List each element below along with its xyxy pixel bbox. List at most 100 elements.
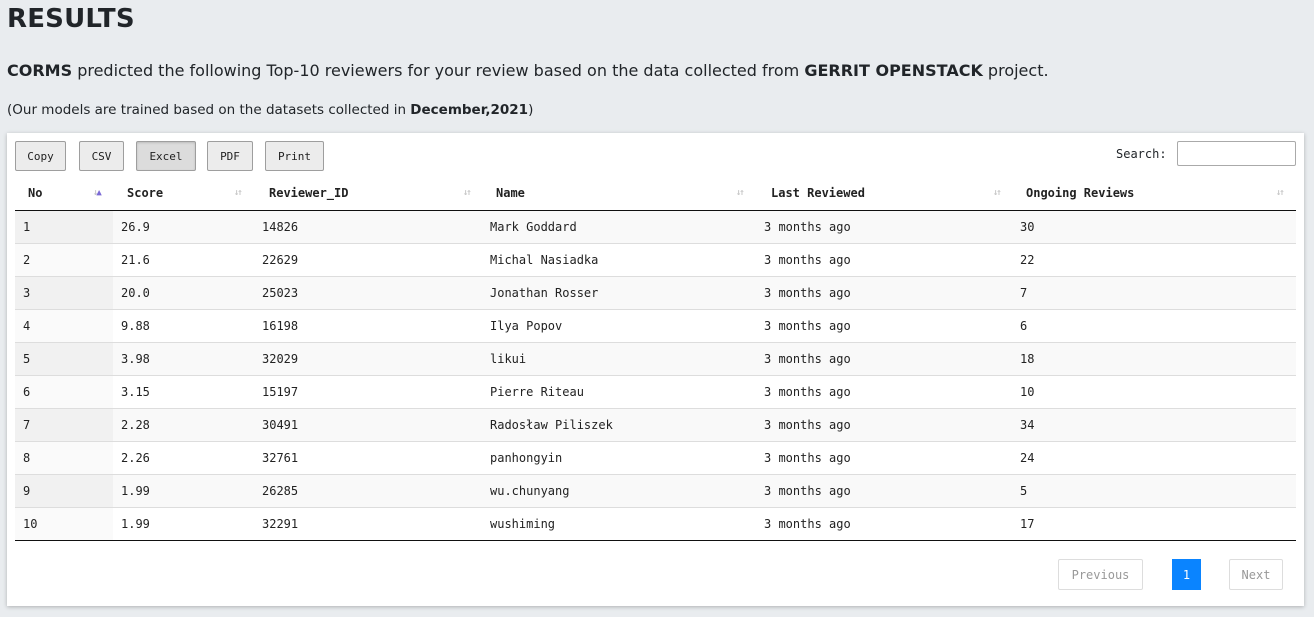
column-label: Ongoing Reviews bbox=[1026, 186, 1135, 200]
excel-button[interactable]: Excel bbox=[136, 141, 196, 171]
cell-score: 20.0 bbox=[113, 276, 255, 310]
cell-no: 1 bbox=[15, 210, 113, 244]
search-input[interactable] bbox=[1177, 141, 1296, 166]
cell-reviewer-id: 22629 bbox=[255, 243, 483, 277]
sort-icon: ↓↑ bbox=[1276, 188, 1285, 198]
cell-ongoing-reviews: 24 bbox=[1013, 441, 1296, 475]
table-header-row: No ↓▲ Score ↓↑ Reviewer_ID ↓↑ Name ↓↑ La… bbox=[15, 177, 1296, 211]
cell-no: 9 bbox=[15, 474, 113, 508]
cell-no: 8 bbox=[15, 441, 113, 475]
table-row: 1 26.9 14826 Mark Goddard 3 months ago 3… bbox=[15, 210, 1296, 244]
cell-ongoing-reviews: 10 bbox=[1013, 375, 1296, 409]
column-label: Last Reviewed bbox=[771, 186, 865, 200]
column-header-score[interactable]: Score ↓↑ bbox=[113, 177, 255, 211]
cell-last-reviewed: 3 months ago bbox=[757, 342, 1013, 376]
cell-reviewer-id: 16198 bbox=[255, 309, 483, 343]
results-table-panel: Copy CSV Excel PDF Print Search: No ↓▲ S… bbox=[7, 133, 1304, 606]
cell-last-reviewed: 3 months ago bbox=[757, 309, 1013, 343]
cell-ongoing-reviews: 34 bbox=[1013, 408, 1296, 442]
cell-name: likui bbox=[483, 342, 757, 376]
table-row: 7 2.28 30491 Radosław Piliszek 3 months … bbox=[15, 408, 1296, 442]
cell-ongoing-reviews: 22 bbox=[1013, 243, 1296, 277]
cell-ongoing-reviews: 5 bbox=[1013, 474, 1296, 508]
sort-icon: ↓↑ bbox=[234, 188, 243, 198]
cell-name: Pierre Riteau bbox=[483, 375, 757, 409]
cell-ongoing-reviews: 18 bbox=[1013, 342, 1296, 376]
cell-score: 3.15 bbox=[113, 375, 255, 409]
column-label: Reviewer_ID bbox=[269, 186, 349, 200]
table-row: 9 1.99 26285 wu.chunyang 3 months ago 5 bbox=[15, 474, 1296, 508]
cell-last-reviewed: 3 months ago bbox=[757, 210, 1013, 244]
cell-last-reviewed: 3 months ago bbox=[757, 276, 1013, 310]
cell-name: Radosław Piliszek bbox=[483, 408, 757, 442]
cell-name: panhongyin bbox=[483, 441, 757, 475]
cell-score: 2.26 bbox=[113, 441, 255, 475]
intro-text: predicted the following Top-10 reviewers… bbox=[72, 61, 805, 80]
cell-score: 1.99 bbox=[113, 474, 255, 508]
page-1-button[interactable]: 1 bbox=[1172, 559, 1201, 590]
cell-no: 5 bbox=[15, 342, 113, 376]
cell-score: 1.99 bbox=[113, 507, 255, 541]
page-title: RESULTS bbox=[7, 4, 135, 34]
csv-button[interactable]: CSV bbox=[79, 141, 124, 171]
cell-last-reviewed: 3 months ago bbox=[757, 474, 1013, 508]
copy-button[interactable]: Copy bbox=[15, 141, 66, 171]
cell-reviewer-id: 15197 bbox=[255, 375, 483, 409]
cell-reviewer-id: 32029 bbox=[255, 342, 483, 376]
cell-ongoing-reviews: 7 bbox=[1013, 276, 1296, 310]
table-body: 1 26.9 14826 Mark Goddard 3 months ago 3… bbox=[15, 210, 1296, 541]
note-prefix: (Our models are trained based on the dat… bbox=[7, 102, 411, 118]
cell-ongoing-reviews: 17 bbox=[1013, 507, 1296, 541]
cell-score: 2.28 bbox=[113, 408, 255, 442]
pdf-button[interactable]: PDF bbox=[207, 141, 253, 171]
cell-score: 26.9 bbox=[113, 210, 255, 244]
column-header-ongoing-reviews[interactable]: Ongoing Reviews ↓↑ bbox=[1013, 177, 1296, 211]
cell-last-reviewed: 3 months ago bbox=[757, 408, 1013, 442]
table-row: 5 3.98 32029 likui 3 months ago 18 bbox=[15, 342, 1296, 376]
brand-name: CORMS bbox=[7, 61, 73, 80]
cell-name: Michal Nasiadka bbox=[483, 243, 757, 277]
reviewers-table: No ↓▲ Score ↓↑ Reviewer_ID ↓↑ Name ↓↑ La… bbox=[15, 177, 1296, 541]
cell-no: 7 bbox=[15, 408, 113, 442]
cell-score: 21.6 bbox=[113, 243, 255, 277]
sort-icon: ↓↑ bbox=[463, 188, 472, 198]
table-row: 2 21.6 22629 Michal Nasiadka 3 months ag… bbox=[15, 243, 1296, 277]
column-label: No bbox=[28, 186, 43, 200]
cell-name: Jonathan Rosser bbox=[483, 276, 757, 310]
sort-icon: ↓↑ bbox=[993, 188, 1002, 198]
cell-ongoing-reviews: 30 bbox=[1013, 210, 1296, 244]
table-row: 8 2.26 32761 panhongyin 3 months ago 24 bbox=[15, 441, 1296, 475]
column-label: Name bbox=[496, 186, 525, 200]
sort-icon: ↓↑ bbox=[736, 188, 745, 198]
cell-last-reviewed: 3 months ago bbox=[757, 375, 1013, 409]
cell-last-reviewed: 3 months ago bbox=[757, 507, 1013, 541]
sort-ascending-icon: ↓▲ bbox=[93, 188, 102, 198]
table-row: 6 3.15 15197 Pierre Riteau 3 months ago … bbox=[15, 375, 1296, 409]
column-label: Score bbox=[127, 186, 164, 200]
print-button[interactable]: Print bbox=[265, 141, 324, 171]
note-suffix: ) bbox=[528, 102, 534, 118]
previous-page-button[interactable]: Previous bbox=[1058, 559, 1143, 590]
cell-name: wu.chunyang bbox=[483, 474, 757, 508]
dataset-date: December,2021 bbox=[410, 102, 529, 118]
cell-name: Mark Goddard bbox=[483, 210, 757, 244]
next-page-button[interactable]: Next bbox=[1229, 559, 1283, 590]
column-header-last-reviewed[interactable]: Last Reviewed ↓↑ bbox=[757, 177, 1013, 211]
cell-reviewer-id: 32291 bbox=[255, 507, 483, 541]
results-intro: CORMS predicted the following Top-10 rev… bbox=[7, 61, 1049, 80]
search-label: Search: bbox=[1116, 147, 1167, 161]
column-header-no[interactable]: No ↓▲ bbox=[15, 177, 113, 211]
cell-name: Ilya Popov bbox=[483, 309, 757, 343]
cell-no: 4 bbox=[15, 309, 113, 343]
training-note: (Our models are trained based on the dat… bbox=[7, 102, 533, 118]
cell-reviewer-id: 14826 bbox=[255, 210, 483, 244]
column-header-reviewer-id[interactable]: Reviewer_ID ↓↑ bbox=[255, 177, 483, 211]
table-row: 10 1.99 32291 wushiming 3 months ago 17 bbox=[15, 507, 1296, 541]
column-header-name[interactable]: Name ↓↑ bbox=[483, 177, 757, 211]
cell-no: 2 bbox=[15, 243, 113, 277]
cell-reviewer-id: 25023 bbox=[255, 276, 483, 310]
table-row: 4 9.88 16198 Ilya Popov 3 months ago 6 bbox=[15, 309, 1296, 343]
cell-no: 10 bbox=[15, 507, 113, 541]
cell-ongoing-reviews: 6 bbox=[1013, 309, 1296, 343]
cell-score: 3.98 bbox=[113, 342, 255, 376]
